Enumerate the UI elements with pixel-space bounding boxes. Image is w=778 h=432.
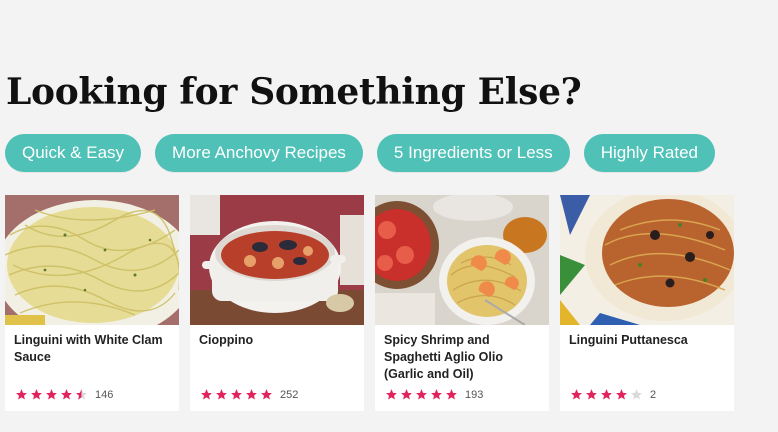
tag-pill-highly-rated[interactable]: Highly Rated bbox=[583, 134, 716, 172]
star-full-icon bbox=[616, 389, 627, 400]
star-rating: 252 bbox=[190, 376, 364, 401]
star-full-icon bbox=[216, 389, 227, 400]
star-rating: 2 bbox=[560, 376, 734, 401]
recipe-title[interactable]: Spicy Shrimp and Spaghetti Aglio Olio (G… bbox=[375, 325, 549, 381]
star-full-icon bbox=[31, 389, 42, 400]
star-full-icon bbox=[401, 389, 412, 400]
recipe-title[interactable]: Cioppino bbox=[190, 325, 364, 376]
tag-pill-5-ingredients[interactable]: 5 Ingredients or Less bbox=[376, 134, 570, 172]
recipe-title[interactable]: Linguini with White Clam Sauce bbox=[5, 325, 179, 376]
star-full-icon bbox=[61, 389, 72, 400]
star-full-icon bbox=[246, 389, 257, 400]
star-full-icon bbox=[601, 389, 612, 400]
star-full-icon bbox=[16, 389, 27, 400]
recipe-image[interactable] bbox=[375, 195, 549, 325]
star-full-icon bbox=[446, 389, 457, 400]
tag-pill-row: Quick & Easy More Anchovy Recipes 5 Ingr… bbox=[5, 134, 716, 172]
recipe-image[interactable] bbox=[190, 195, 364, 325]
tag-pill-anchovy[interactable]: More Anchovy Recipes bbox=[155, 134, 363, 172]
recipe-image[interactable] bbox=[560, 195, 734, 325]
star-full-icon bbox=[431, 389, 442, 400]
recipe-card[interactable]: Spicy Shrimp and Spaghetti Aglio Olio (G… bbox=[375, 195, 549, 411]
recipe-title[interactable]: Linguini Puttanesca bbox=[560, 325, 734, 376]
rating-count: 2 bbox=[650, 388, 657, 401]
rating-count: 252 bbox=[280, 388, 299, 401]
star-full-icon bbox=[201, 389, 212, 400]
star-full-icon bbox=[261, 389, 272, 400]
recipe-card-row: Linguini with White Clam Sauce 146 Ciopp… bbox=[5, 195, 734, 411]
star-full-icon bbox=[386, 389, 397, 400]
section-heading: Looking for Something Else? bbox=[6, 71, 582, 113]
star-full-icon bbox=[46, 389, 57, 400]
recipe-card[interactable]: Linguini with White Clam Sauce 146 bbox=[5, 195, 179, 411]
recipe-card[interactable]: Linguini Puttanesca 2 bbox=[560, 195, 734, 411]
tag-pill-quick-easy[interactable]: Quick & Easy bbox=[5, 134, 142, 172]
star-empty-icon bbox=[631, 389, 642, 400]
star-full-icon bbox=[586, 389, 597, 400]
rating-count: 193 bbox=[465, 388, 484, 401]
star-full-icon bbox=[571, 389, 582, 400]
rating-count: 146 bbox=[95, 388, 114, 401]
recipe-image[interactable] bbox=[5, 195, 179, 325]
star-rating: 146 bbox=[5, 376, 179, 401]
star-full-icon bbox=[416, 389, 427, 400]
star-half-icon bbox=[76, 389, 87, 400]
recipe-card[interactable]: Cioppino 252 bbox=[190, 195, 364, 411]
star-full-icon bbox=[231, 389, 242, 400]
